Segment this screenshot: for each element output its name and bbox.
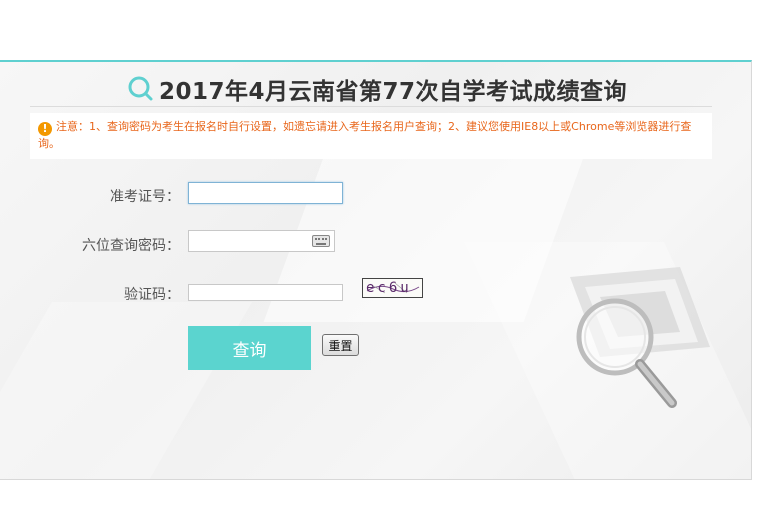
password-label: 六位查询密码： — [82, 238, 180, 254]
captcha-input[interactable] — [188, 284, 343, 301]
search-icon — [128, 76, 153, 101]
admission-number-label: 准考证号： — [110, 189, 180, 205]
captcha-image[interactable]: ec6u — [362, 278, 423, 298]
query-panel: 2017年4月云南省第77次自学考试成绩查询 ! 注意：1、查询密码为考生在报名时… — [0, 60, 752, 480]
notice-text: 注意：1、查询密码为考生在报名时自行设置，如遗忘请进入考生报名用户查询；2、建议… — [38, 120, 692, 150]
captcha-label: 验证码： — [124, 287, 180, 303]
captcha-text: ec6u — [366, 280, 412, 296]
title-row: 2017年4月云南省第77次自学考试成绩查询 — [0, 72, 751, 106]
admission-number-input[interactable] — [188, 182, 343, 204]
warning-icon: ! — [38, 122, 52, 136]
query-button[interactable]: 查询 — [188, 326, 311, 370]
reset-button[interactable]: 重置 — [322, 334, 359, 356]
notice-box: ! 注意：1、查询密码为考生在报名时自行设置，如遗忘请进入考生报名用户查询；2、建… — [30, 113, 712, 159]
keyboard-icon[interactable] — [312, 235, 330, 247]
title-divider — [30, 106, 712, 107]
magnifier-illustration — [570, 267, 710, 408]
page-title: 2017年4月云南省第77次自学考试成绩查询 — [158, 79, 628, 105]
